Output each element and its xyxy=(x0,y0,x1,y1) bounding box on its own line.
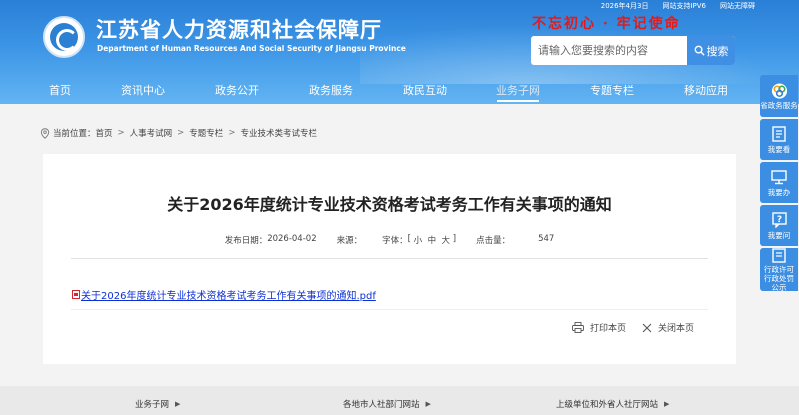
font-size-bracket-close: ] xyxy=(450,234,457,244)
breadcrumb-prefix: 当前位置： xyxy=(53,129,96,139)
nav-mobile[interactable]: 移动应用 xyxy=(684,82,728,98)
site-title[interactable]: 江苏省人力资源和社会保障厅 xyxy=(96,14,382,44)
footer-select-city-sites[interactable]: 各地市人社部门网站 ▶ xyxy=(343,398,431,410)
footer-select-label: 业务子网 xyxy=(135,400,170,410)
breadcrumb-separator: > xyxy=(228,128,236,138)
views-label: 点击量： xyxy=(476,236,511,246)
font-size-small[interactable]: 小 xyxy=(414,234,423,246)
svg-text:?: ? xyxy=(776,215,781,225)
printer-icon xyxy=(572,322,584,333)
sidebar-view[interactable]: 我要看 xyxy=(760,119,798,160)
font-size-large[interactable]: 大 xyxy=(442,234,451,246)
chevron-right-icon: ▶ xyxy=(664,400,670,408)
article-card: 关于2026年度统计专业技术资格考试考务工作有关事项的通知 发布日期： 2026… xyxy=(43,154,736,364)
top-utility-bar: 2026年4月3日 网站支持IPV6 网站无障碍 xyxy=(601,1,755,11)
search-button[interactable]: 搜索 xyxy=(687,36,735,65)
page-actions: 打印本页 关闭本页 xyxy=(556,321,694,334)
footer-select-subsites[interactable]: 业务子网 ▶ xyxy=(135,398,180,410)
content-divider xyxy=(71,309,708,310)
department-logo[interactable] xyxy=(43,16,85,58)
main-nav: 首页 资讯中心 政务公开 政务服务 政民互动 业务子网 专题专栏 移动应用 xyxy=(0,78,799,104)
nav-topics[interactable]: 专题专栏 xyxy=(590,82,634,98)
nav-sub-sites[interactable]: 业务子网 xyxy=(496,82,540,98)
attachment-filename[interactable]: 关于2026年度统计专业技术资格考试考务工作有关事项的通知.pdf xyxy=(81,287,376,302)
chevron-right-icon: ▶ xyxy=(425,400,431,408)
close-label: 关闭本页 xyxy=(657,324,694,334)
close-page-button[interactable]: 关闭本页 xyxy=(642,321,694,334)
footer-links-bar: 业务子网 ▶ 各地市人社部门网站 ▶ 上级单位和外省人社厅网站 ▶ xyxy=(0,386,799,415)
ipv6-support-link[interactable]: 网站支持IPV6 xyxy=(662,1,706,11)
nav-gov-affairs[interactable]: 政务公开 xyxy=(215,82,259,98)
sidebar-label: 行政许可行政处罚公示 xyxy=(764,264,794,292)
pdf-icon xyxy=(72,290,80,299)
breadcrumb-separator: > xyxy=(177,128,185,138)
breadcrumb-home[interactable]: 首页 xyxy=(96,127,113,139)
notice-icon xyxy=(771,247,788,263)
computer-icon xyxy=(771,169,788,186)
source-label: 来源： xyxy=(336,236,363,246)
article-title: 关于2026年度统计专业技术资格考试考务工作有关事项的通知 xyxy=(167,195,612,214)
footer-select-label: 上级单位和外省人社厅网站 xyxy=(556,400,659,410)
print-label: 打印本页 xyxy=(589,324,626,334)
search-icon xyxy=(694,45,705,56)
accessibility-link[interactable]: 网站无障碍 xyxy=(720,1,755,11)
font-size-medium[interactable]: 中 xyxy=(428,234,437,246)
nav-news[interactable]: 资讯中心 xyxy=(121,82,165,98)
search-box: 搜索 xyxy=(531,36,735,65)
sidebar-label: 我要办 xyxy=(767,187,791,197)
site-header: 2026年4月3日 网站支持IPV6 网站无障碍 江苏省人力资源和社会保障厅 D… xyxy=(0,0,799,104)
footer-select-provincial-sites[interactable]: 上级单位和外省人社厅网站 ▶ xyxy=(556,398,669,410)
breadcrumb-separator: > xyxy=(117,128,125,138)
pdf-attachment-link[interactable]: 关于2026年度统计专业技术资格考试考务工作有关事项的通知.pdf xyxy=(72,287,376,302)
nav-gov-service[interactable]: 政务服务 xyxy=(309,82,353,98)
active-nav-indicator xyxy=(497,100,539,102)
publish-date-label: 发布日期： xyxy=(224,236,268,246)
sidebar-ask[interactable]: ? 我要问 xyxy=(760,205,798,246)
views-count: 547 xyxy=(538,234,555,244)
sidebar-label: 我要问 xyxy=(767,230,791,240)
publish-date: 2026-04-02 xyxy=(267,234,317,244)
current-date: 2026年4月3日 xyxy=(600,2,649,10)
breadcrumb: 当前位置： 首页 > 人事考试网 > 专题专栏 > 专业技术类考试专栏 xyxy=(40,127,317,139)
nav-interaction[interactable]: 政民互动 xyxy=(403,82,447,98)
sidebar-label: 我要看 xyxy=(767,144,791,154)
breadcrumb-topics[interactable]: 专题专栏 xyxy=(189,127,223,139)
close-icon xyxy=(642,323,652,332)
article-meta: 发布日期： 2026-04-02 来源： 字体： [ 小 中 大 ] 点击量： … xyxy=(43,234,736,246)
print-page-button[interactable]: 打印本页 xyxy=(572,321,626,334)
nav-home[interactable]: 首页 xyxy=(49,82,71,98)
site-subtitle: Department of Human Resources And Social… xyxy=(97,44,406,53)
footer-select-label: 各地市人社部门网站 xyxy=(343,400,420,410)
sidebar-do[interactable]: 我要办 xyxy=(760,162,798,203)
breadcrumb-exam-site[interactable]: 人事考试网 xyxy=(130,127,173,139)
search-input[interactable] xyxy=(531,36,687,65)
question-icon: ? xyxy=(771,212,788,229)
location-pin-icon xyxy=(40,127,50,139)
document-icon xyxy=(771,126,788,143)
search-button-label: 搜索 xyxy=(706,44,729,58)
meta-divider xyxy=(71,258,708,259)
font-size-label: 字体： xyxy=(382,236,408,246)
breadcrumb-current[interactable]: 专业技术类考试专栏 xyxy=(240,127,317,139)
chevron-right-icon: ▶ xyxy=(175,400,181,408)
slogan: 不忘初心 · 牢记使命 xyxy=(532,16,681,32)
sidebar-public-notice[interactable]: 行政许可行政处罚公示 xyxy=(760,247,798,292)
